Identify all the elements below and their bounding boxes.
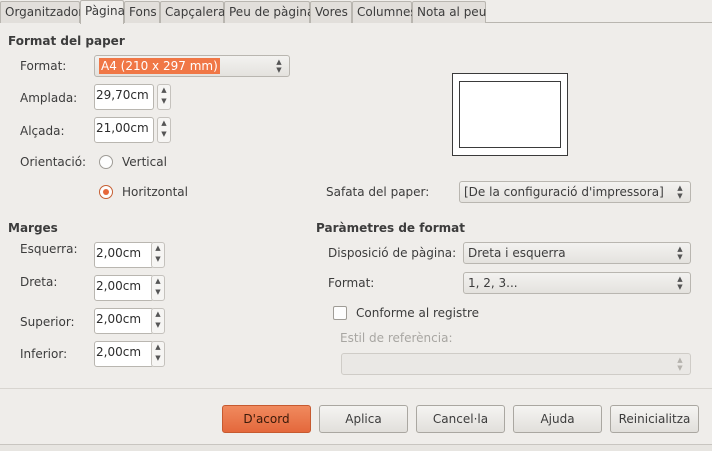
format-label: Format: xyxy=(20,59,67,73)
numbering-format-label: Format: xyxy=(328,276,375,290)
spin-arrows-icon[interactable]: ▲ ▼ xyxy=(151,242,165,268)
page-layout-select[interactable]: Dreta i esquerra ▲ ▼ xyxy=(463,242,691,264)
reference-style-select[interactable]: ▲ ▼ xyxy=(341,353,691,375)
tab-nota-al-peu[interactable]: Nota al peu xyxy=(412,1,486,23)
margin-left-spinbox[interactable]: 2,00cm ▲ ▼ xyxy=(94,242,174,268)
tab-fons[interactable]: Fons xyxy=(124,1,160,23)
paper-format-select[interactable]: A4 (210 x 297 mm) ▲ ▼ xyxy=(94,55,290,77)
vertical-radio[interactable] xyxy=(99,155,113,169)
tab-columnes[interactable]: Columnes xyxy=(352,1,417,23)
margin-top-label: Superior: xyxy=(20,315,75,329)
numbering-format-select[interactable]: 1, 2, 3... ▲ ▼ xyxy=(463,272,691,294)
spin-arrows-icon: ▲ ▼ xyxy=(677,184,683,200)
margin-left-field[interactable]: 2,00cm xyxy=(94,242,154,268)
register-label[interactable]: Conforme al registre xyxy=(356,306,479,320)
margin-top-spinbox[interactable]: 2,00cm ▲ ▼ xyxy=(94,308,174,334)
register-checkbox[interactable] xyxy=(333,306,347,320)
paper-tray-value: [De la configuració d'impressora] xyxy=(464,185,664,199)
button-separator xyxy=(0,388,712,389)
margin-right-spinbox[interactable]: 2,00cm ▲ ▼ xyxy=(94,275,174,301)
margin-right-field[interactable]: 2,00cm xyxy=(94,275,154,301)
horizontal-radio[interactable] xyxy=(99,185,113,199)
page-preview-margin xyxy=(459,81,561,148)
margin-bottom-label: Inferior: xyxy=(20,347,68,361)
margin-right-label: Dreta: xyxy=(20,275,58,289)
paper-format-value: A4 (210 x 297 mm) xyxy=(99,58,220,74)
paper-format-title: Format del paper xyxy=(8,34,125,48)
apply-button[interactable]: Aplica xyxy=(319,405,408,433)
tab-bar: Organitzador Pàgina Fons Capçalera Peu d… xyxy=(0,0,712,24)
margin-bottom-field[interactable]: 2,00cm xyxy=(94,341,154,367)
reference-style-label: Estil de referència: xyxy=(340,331,453,345)
tab-vores[interactable]: Vores xyxy=(310,1,352,23)
ok-button[interactable]: D'acord xyxy=(222,405,311,433)
spin-arrows-icon[interactable]: ▲ ▼ xyxy=(151,308,165,334)
spin-arrows-icon: ▲ ▼ xyxy=(276,58,282,74)
reset-button[interactable]: Reinicialitza xyxy=(610,405,699,433)
page-layout-label: Disposició de pàgina: xyxy=(328,246,457,260)
height-label: Alçada: xyxy=(20,124,65,138)
paper-tray-label: Safata del paper: xyxy=(326,185,430,199)
tab-capcalera[interactable]: Capçalera xyxy=(160,1,225,23)
page-preview xyxy=(452,73,568,156)
spin-arrows-icon[interactable]: ▲ ▼ xyxy=(151,275,165,301)
orientation-label: Orientació: xyxy=(20,155,87,169)
width-label: Amplada: xyxy=(20,91,78,105)
height-spinbox[interactable]: 21,00cm ▲ ▼ xyxy=(94,117,174,143)
cancel-button[interactable]: Cancel·la xyxy=(416,405,505,433)
width-spinbox[interactable]: 29,70cm ▲ ▼ xyxy=(94,84,174,110)
help-button[interactable]: Ajuda xyxy=(513,405,602,433)
vertical-label[interactable]: Vertical xyxy=(122,155,167,169)
margins-title: Marges xyxy=(8,221,58,235)
window-bottom-edge xyxy=(0,444,712,451)
width-field[interactable]: 29,70cm xyxy=(94,84,154,110)
spin-arrows-icon[interactable]: ▲ ▼ xyxy=(157,117,171,143)
numbering-format-value: 1, 2, 3... xyxy=(468,276,518,290)
spin-arrows-icon[interactable]: ▲ ▼ xyxy=(151,341,165,367)
paper-tray-select[interactable]: [De la configuració d'impressora] ▲ ▼ xyxy=(459,181,691,203)
horizontal-label[interactable]: Horitzontal xyxy=(122,185,188,199)
margin-top-field[interactable]: 2,00cm xyxy=(94,308,154,334)
margin-bottom-spinbox[interactable]: 2,00cm ▲ ▼ xyxy=(94,341,174,367)
spin-arrows-icon: ▲ ▼ xyxy=(677,245,683,261)
height-field[interactable]: 21,00cm xyxy=(94,117,154,143)
page-layout-value: Dreta i esquerra xyxy=(468,246,566,260)
spin-arrows-icon[interactable]: ▲ ▼ xyxy=(157,84,171,110)
tab-pagina[interactable]: Pàgina xyxy=(80,0,125,24)
tab-organitzador[interactable]: Organitzador xyxy=(0,1,83,23)
margin-left-label: Esquerra: xyxy=(20,242,78,256)
spin-arrows-icon: ▲ ▼ xyxy=(677,275,683,291)
spin-arrows-icon: ▲ ▼ xyxy=(677,356,683,372)
layout-settings-title: Paràmetres de format xyxy=(316,221,465,235)
tab-peu-de-pagina[interactable]: Peu de pàgina xyxy=(224,1,314,23)
